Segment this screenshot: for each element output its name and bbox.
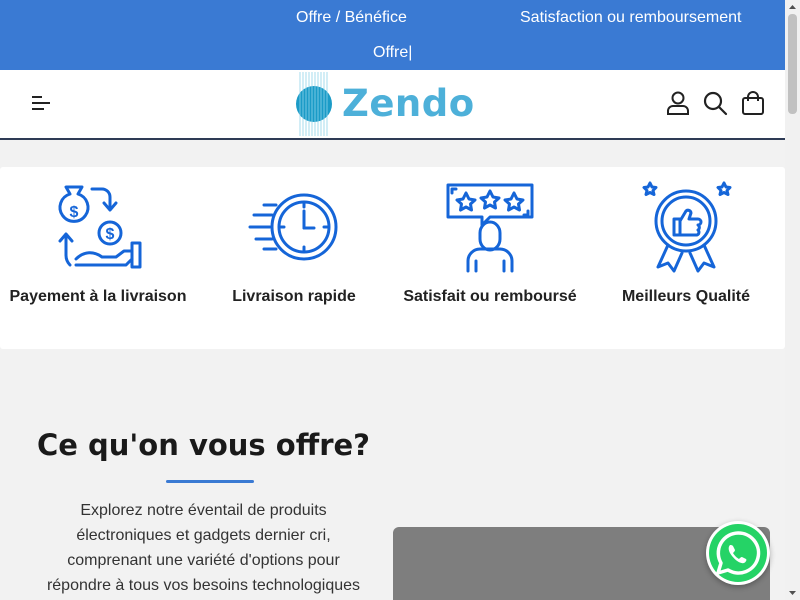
quality-badge-icon (642, 181, 732, 273)
offer-section-title: Ce qu'on vous offre? (36, 428, 371, 462)
cart-bag-icon[interactable] (740, 90, 766, 116)
logo-text: Zendo (342, 82, 475, 125)
menu-icon[interactable] (30, 94, 52, 112)
features-strip: $ $ Payement à la livraison Livraison ra… (0, 167, 785, 349)
feature-label: Payement à la livraison (9, 288, 187, 305)
rating-person-icon (446, 183, 534, 273)
feature-label: Livraison rapide (232, 288, 356, 305)
money-exchange-icon: $ $ (58, 185, 142, 269)
user-icon[interactable] (665, 90, 691, 116)
svg-text:$: $ (106, 226, 115, 243)
offer-description: Explorez notre éventail de produits élec… (46, 502, 361, 594)
feature-cash-on-delivery: $ $ Payement à la livraison (0, 167, 196, 349)
scroll-up-arrow-icon[interactable] (788, 2, 797, 12)
feature-quality: Meilleurs Qualité (588, 167, 784, 349)
site-logo[interactable]: Zendo (294, 72, 474, 136)
fast-clock-icon (248, 193, 338, 261)
search-icon[interactable] (702, 90, 728, 116)
feature-satisfaction: Satisfait ou remboursé (392, 167, 588, 349)
top-promo-bar: Offre / Bénéfice Satisfaction ou rembour… (0, 0, 785, 70)
scrollbar-thumb[interactable] (788, 14, 797, 114)
site-header: Zendo (0, 70, 785, 140)
scroll-down-arrow-icon[interactable] (788, 588, 797, 598)
offer-benefit-link[interactable]: Offre / Bénéfice (296, 9, 407, 27)
whatsapp-icon (709, 524, 767, 582)
title-underline (166, 480, 254, 483)
whatsapp-button[interactable] (706, 521, 770, 585)
offer-typing-text: Offre| (373, 44, 413, 61)
svg-text:$: $ (70, 204, 79, 221)
satisfaction-link[interactable]: Satisfaction ou remboursement (520, 9, 741, 27)
feature-label: Satisfait ou remboursé (403, 288, 577, 305)
logo-mark-icon (296, 72, 332, 136)
feature-label: Meilleurs Qualité (621, 288, 751, 305)
feature-fast-delivery: Livraison rapide (196, 167, 392, 349)
page-scrollbar[interactable] (785, 0, 800, 600)
